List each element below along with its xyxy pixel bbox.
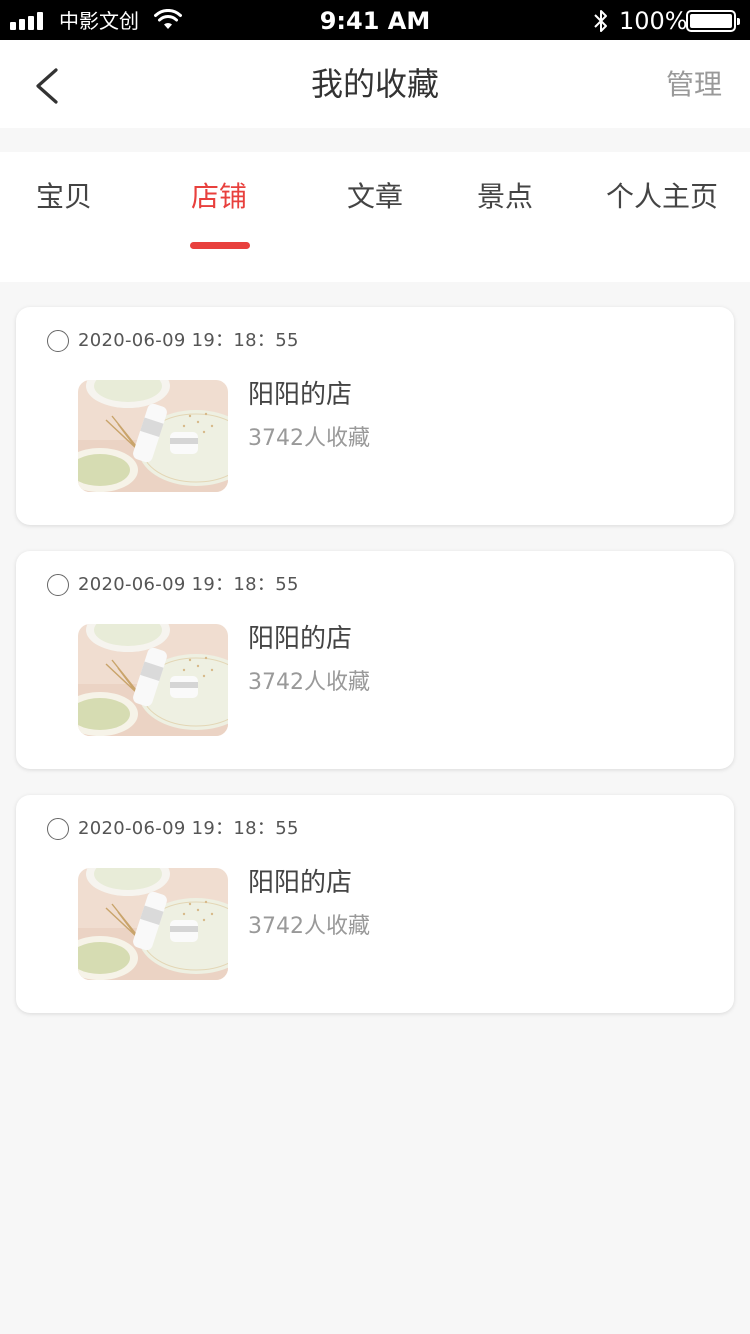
status-bar: 中影文创 9:41 AM 100% xyxy=(0,0,750,40)
shop-thumbnail[interactable] xyxy=(78,868,228,980)
page-title: 我的收藏 xyxy=(310,65,439,103)
manage-button[interactable]: 管理 xyxy=(666,67,722,103)
shop-name[interactable]: 阳阳的店 xyxy=(248,621,352,657)
tab-jingdian[interactable]: 景点 xyxy=(477,178,533,216)
select-radio[interactable] xyxy=(47,574,69,596)
battery-icon xyxy=(686,10,740,32)
favorite-shop-card[interactable]: 2020-06-09 19：18：55 阳阳的店 3742人收藏 xyxy=(16,795,734,1013)
shop-thumbnail[interactable] xyxy=(78,624,228,736)
select-radio[interactable] xyxy=(47,818,69,840)
nav-bar: 我的收藏 管理 xyxy=(0,40,750,128)
tab-dianpu[interactable]: 店铺 xyxy=(191,178,247,216)
favorite-date: 2020-06-09 19：18：55 xyxy=(78,330,299,351)
tab-bar: 宝贝 店铺 文章 景点 个人主页 xyxy=(0,152,750,282)
favorite-shop-card[interactable]: 2020-06-09 19：18：55 阳阳的店 3742人收藏 xyxy=(16,551,734,769)
favorite-shop-card[interactable]: 2020-06-09 19：18：55 阳阳的店 3742人收藏 xyxy=(16,307,734,525)
bluetooth-icon xyxy=(594,10,607,32)
tab-active-indicator xyxy=(190,242,250,249)
favorite-date: 2020-06-09 19：18：55 xyxy=(78,574,299,595)
shop-name[interactable]: 阳阳的店 xyxy=(248,377,352,413)
favorite-count: 3742人收藏 xyxy=(248,914,370,939)
favorite-count: 3742人收藏 xyxy=(248,426,370,451)
select-radio[interactable] xyxy=(47,330,69,352)
tab-gerenzhuye[interactable]: 个人主页 xyxy=(606,178,718,216)
tab-wenzhang[interactable]: 文章 xyxy=(347,178,403,216)
battery-percent: 100% xyxy=(619,7,688,35)
favorite-count: 3742人收藏 xyxy=(248,670,370,695)
tab-baobei[interactable]: 宝贝 xyxy=(36,178,92,216)
shop-name[interactable]: 阳阳的店 xyxy=(248,865,352,901)
favorite-date: 2020-06-09 19：18：55 xyxy=(78,818,299,839)
shop-thumbnail[interactable] xyxy=(78,380,228,492)
